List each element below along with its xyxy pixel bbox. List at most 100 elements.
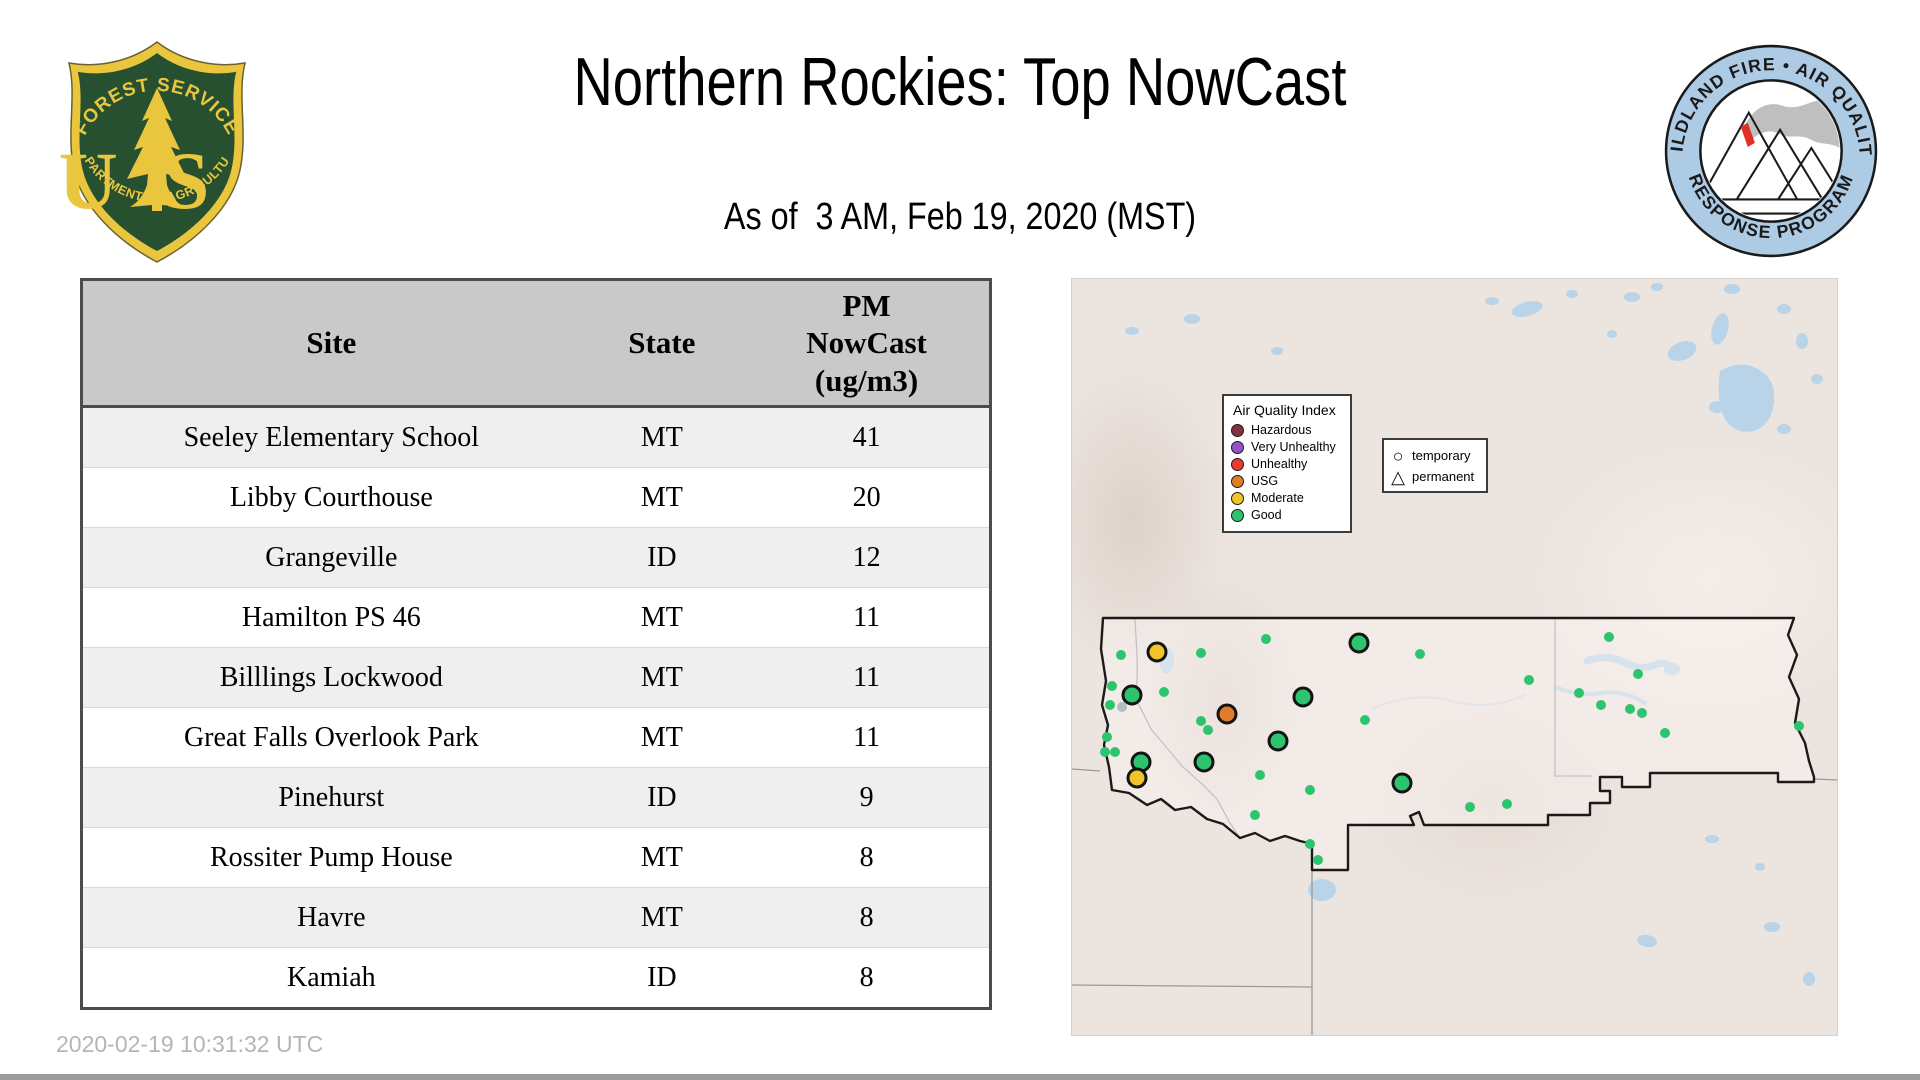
monitor-dot-good: [1116, 650, 1126, 660]
state-cell: ID: [579, 527, 745, 588]
marker-type-legend: ○ temporary △ permanent: [1382, 438, 1488, 493]
aqi-legend-item: Very Unhealthy: [1231, 439, 1343, 456]
monitor-dot-good: [1305, 785, 1315, 795]
aqi-legend-label: Hazardous: [1251, 423, 1312, 438]
monitor-dot-good: [1292, 686, 1314, 708]
aqi-color-dot: [1231, 492, 1244, 505]
nowcast-table: Site State PM NowCast (ug/m3) Seeley Eleme…: [80, 278, 992, 1010]
aqi-legend-item: Hazardous: [1231, 422, 1343, 439]
table-header-row: Site State PM NowCast (ug/m3): [81, 279, 991, 408]
marker-type-label: permanent: [1412, 469, 1475, 484]
aqi-legend-label: Unhealthy: [1251, 457, 1308, 472]
pm-value-cell: 8: [744, 947, 991, 1009]
monitor-dot-good: [1391, 772, 1413, 794]
table-row: Grangeville ID 12: [81, 527, 991, 588]
monitor-dot-good: [1102, 732, 1112, 742]
aqi-legend-label: Good: [1251, 508, 1282, 523]
monitor-dot-good: [1637, 708, 1647, 718]
marker-type-item: ○ temporary: [1390, 445, 1480, 466]
map-base-layer: [1072, 283, 1837, 1035]
site-cell: Pinehurst: [81, 767, 580, 828]
monitor-dot-good: [1100, 747, 1110, 757]
pm-value-cell: 20: [744, 467, 991, 528]
pm-value-cell: 41: [744, 406, 991, 468]
site-cell: Billlings Lockwood: [81, 647, 580, 708]
pm-value-cell: 8: [744, 827, 991, 888]
monitor-dot-good: [1794, 721, 1804, 731]
temporary-marker-icon: ○: [1392, 445, 1404, 466]
monitor-dot-good: [1159, 687, 1169, 697]
aqi-color-dot: [1231, 475, 1244, 488]
timestamp: 2020-02-19 10:31:32 UTC: [56, 1031, 324, 1057]
monitor-dot-good: [1261, 634, 1271, 644]
marker-type-label: temporary: [1412, 448, 1471, 463]
site-cell: Great Falls Overlook Park: [81, 707, 580, 768]
monitor-dot-good: [1203, 725, 1213, 735]
permanent-marker-icon: △: [1391, 466, 1405, 487]
monitor-dot-good: [1196, 716, 1206, 726]
aqi-legend-label: Very Unhealthy: [1251, 440, 1336, 455]
aqi-color-dot: [1231, 458, 1244, 471]
region-outline: [1099, 616, 1816, 872]
map: Air Quality Index Hazardous Very Unhealth…: [1071, 278, 1838, 1036]
monitor-dot-good: [1465, 802, 1475, 812]
table-row: Hamilton PS 46 MT 11: [81, 587, 991, 648]
site-cell: Seeley Elementary School: [81, 406, 580, 468]
table-row: Billlings Lockwood MT 11: [81, 647, 991, 708]
site-cell: Hamilton PS 46: [81, 587, 580, 648]
monitor-dot-good: [1348, 632, 1370, 654]
monitor-dot-good: [1360, 715, 1370, 725]
aqi-legend-item: Moderate: [1231, 490, 1343, 507]
pm-value-cell: 9: [744, 767, 991, 828]
state-cell: ID: [579, 947, 745, 1009]
aqi-legend: Air Quality Index Hazardous Very Unhealth…: [1222, 394, 1352, 533]
site-cell: Kamiah: [81, 947, 580, 1009]
state-cell: MT: [579, 887, 745, 948]
aqi-color-dot: [1231, 441, 1244, 454]
monitor-dot-good: [1250, 810, 1260, 820]
monitor-dot-good: [1625, 704, 1635, 714]
report-page: FOREST SERVICE US DEPARTMENT OF AGRICULT…: [0, 0, 1920, 1080]
marker-type-item: △ permanent: [1390, 466, 1480, 487]
monitor-dot-good: [1305, 839, 1315, 849]
table-row: Kamiah ID 8: [81, 947, 991, 1009]
aqi-legend-item: USG: [1231, 473, 1343, 490]
monitor-dot-good: [1660, 728, 1670, 738]
monitor-dot-moderate: [1146, 641, 1168, 663]
bottom-edge-divider: [0, 1074, 1920, 1080]
monitor-dot-good: [1196, 648, 1206, 658]
site-cell: Rossiter Pump House: [81, 827, 580, 888]
monitor-dot-good: [1255, 770, 1265, 780]
col-header-site: Site: [81, 279, 580, 408]
table-row: Libby Courthouse MT 20: [81, 467, 991, 528]
aqi-legend-item: Good: [1231, 507, 1343, 524]
site-cell: Havre: [81, 887, 580, 948]
monitor-dot-good: [1313, 855, 1323, 865]
monitor-dot-good: [1415, 649, 1425, 659]
monitor-dot-good: [1193, 751, 1215, 773]
pm-value-cell: 11: [744, 647, 991, 708]
state-cell: MT: [579, 827, 745, 888]
monitor-dot-good: [1107, 681, 1117, 691]
monitor-dot-nodata: [1117, 702, 1127, 712]
state-cell: MT: [579, 647, 745, 708]
monitor-dot-good: [1110, 747, 1120, 757]
monitor-dot-moderate: [1126, 767, 1148, 789]
state-cell: MT: [579, 406, 745, 468]
monitor-dot-good: [1596, 700, 1606, 710]
monitor-dot-good: [1502, 799, 1512, 809]
table-row: Great Falls Overlook Park MT 11: [81, 707, 991, 768]
page-subtitle: As of 3 AM, Feb 19, 2020 (MST): [723, 196, 1197, 238]
aqi-legend-items: Hazardous Very Unhealthy Unhealthy USG Moder…: [1231, 422, 1343, 524]
monitor-dot-good: [1574, 688, 1584, 698]
site-cell: Grangeville: [81, 527, 580, 588]
aqi-legend-label: USG: [1251, 474, 1279, 489]
page-title: Northern Rockies: Top NowCast: [573, 44, 1347, 120]
aqi-legend-item: Unhealthy: [1231, 456, 1343, 473]
table-row: Seeley Elementary School MT 41: [81, 406, 991, 468]
monitor-dot-good: [1105, 700, 1115, 710]
pm-value-cell: 12: [744, 527, 991, 588]
monitor-dot-good: [1524, 675, 1534, 685]
pm-value-cell: 11: [744, 587, 991, 648]
aqi-color-dot: [1231, 509, 1244, 522]
